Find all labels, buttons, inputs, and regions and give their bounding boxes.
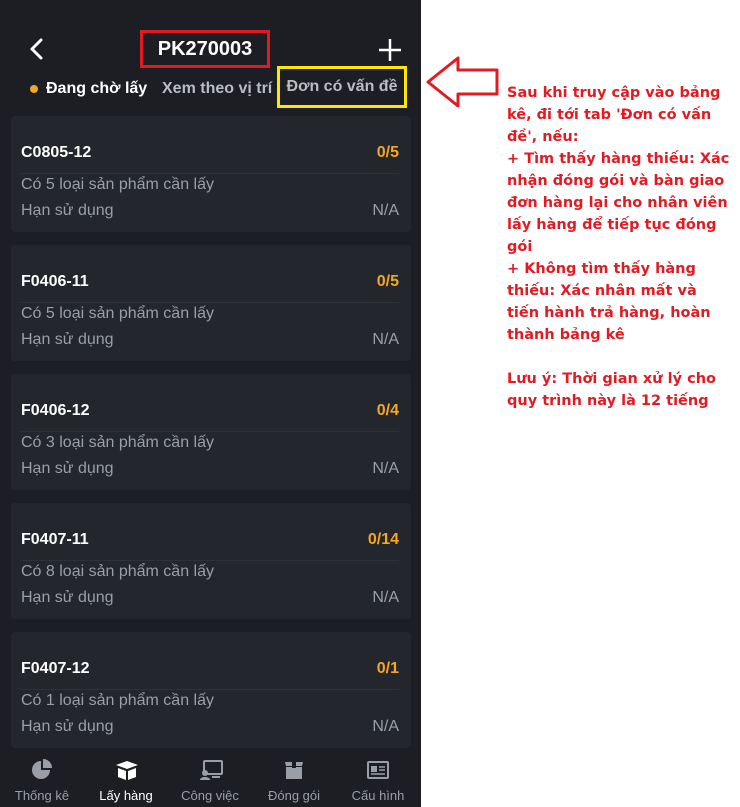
id-card-icon — [367, 761, 389, 779]
expiry-label: Hạn sử dụng — [21, 460, 114, 477]
pick-count: 0/5 — [376, 273, 399, 290]
divider — [21, 173, 399, 174]
order-code: F0406-12 — [21, 402, 90, 419]
expiry-value: N/A — [372, 718, 399, 735]
pick-count: 0/14 — [367, 531, 399, 548]
order-card[interactable]: F0406-12 0/4 Có 3 loại sản phẩm cần lấy … — [11, 374, 411, 490]
expiry-value: N/A — [372, 460, 399, 477]
order-code: F0407-11 — [21, 531, 89, 548]
order-card[interactable]: F0407-12 0/1 Có 1 loại sản phẩm cần lấy … — [11, 632, 411, 748]
order-card[interactable]: F0407-11 0/14 Có 8 loại sản phẩm cần lấy… — [11, 503, 411, 619]
nav-label: Công việc — [181, 788, 239, 803]
product-types: Có 5 loại sản phẩm cần lấy — [21, 305, 214, 322]
annotation-line: Sau khi truy cập vào bảng kê, đi tới tab… — [507, 85, 721, 145]
tab-label: Xem theo vị trí — [162, 80, 273, 97]
pie-chart-icon — [32, 759, 52, 779]
nav-label: Thống kê — [14, 788, 70, 803]
nav-packing[interactable]: Đóng gói — [252, 750, 336, 807]
expiry-label: Hạn sử dụng — [21, 331, 114, 348]
tab-problem-orders[interactable]: Đơn có vấn đề — [277, 66, 407, 108]
nav-statistics[interactable]: Thống kê — [0, 750, 84, 807]
order-list: C0805-12 0/5 Có 5 loại sản phẩm cần lấy … — [0, 116, 421, 750]
tab-label: Đang chờ lấy — [46, 80, 148, 97]
order-card[interactable]: F0406-11 0/5 Có 5 loại sản phẩm cần lấy … — [11, 245, 411, 361]
instruction-annotation: Sau khi truy cập vào bảng kê, đi tới tab… — [507, 82, 733, 412]
left-arrow-icon — [426, 56, 499, 108]
product-types: Có 5 loại sản phẩm cần lấy — [21, 176, 214, 193]
phone-screen: PK270003 Đang chờ lấy Xem theo vị trí Đơ… — [0, 0, 421, 807]
order-code: C0805-12 — [21, 144, 92, 161]
pick-count: 0/1 — [376, 660, 399, 677]
app-header: PK270003 Đang chờ lấy Xem theo vị trí Đơ… — [0, 0, 421, 110]
order-code: F0407-12 — [21, 660, 90, 677]
divider — [21, 560, 399, 561]
order-code: F0406-11 — [21, 273, 89, 290]
chevron-left-icon[interactable] — [27, 36, 55, 64]
nav-tasks[interactable]: Công việc — [168, 750, 252, 807]
tab-by-location[interactable]: Xem theo vị trí — [162, 70, 272, 108]
page-title: PK270003 — [140, 30, 270, 68]
product-types: Có 8 loại sản phẩm cần lấy — [21, 563, 214, 580]
bottom-nav: Thống kê Lấy hàng Công việc Đóng gói Cấu… — [0, 750, 421, 807]
annotation-line: Lưu ý: Thời gian xử lý cho quy trình này… — [507, 371, 717, 409]
pick-count: 0/4 — [376, 402, 399, 419]
nav-label: Cấu hình — [351, 788, 405, 803]
nav-label: Đóng gói — [267, 788, 321, 803]
annotation-line: + Không tìm thấy hàng thiếu: Xác nhân mấ… — [507, 261, 711, 343]
divider — [21, 302, 399, 303]
plus-icon[interactable] — [376, 36, 404, 68]
nav-settings[interactable]: Cấu hình — [336, 750, 420, 807]
annotation-line: + Tìm thấy hàng thiếu: Xác nhận đóng gói… — [507, 151, 730, 255]
tab-label: Đơn có vấn đề — [286, 78, 398, 95]
expiry-value: N/A — [372, 589, 399, 606]
tab-waiting[interactable]: Đang chờ lấy — [30, 70, 147, 108]
product-types: Có 3 loại sản phẩm cần lấy — [21, 434, 214, 451]
expiry-value: N/A — [372, 202, 399, 219]
pick-count: 0/5 — [376, 144, 399, 161]
nav-picking[interactable]: Lấy hàng — [84, 750, 168, 807]
order-card[interactable]: C0805-12 0/5 Có 5 loại sản phẩm cần lấy … — [11, 116, 411, 232]
expiry-label: Hạn sử dụng — [21, 202, 114, 219]
divider — [21, 689, 399, 690]
box-open-icon — [116, 761, 138, 780]
tab-bar: Đang chờ lấy Xem theo vị trí Đơn có vấn … — [0, 66, 421, 108]
status-dot-icon — [30, 85, 38, 93]
expiry-value: N/A — [372, 331, 399, 348]
task-board-icon — [200, 760, 223, 780]
nav-label: Lấy hàng — [99, 788, 153, 803]
expiry-label: Hạn sử dụng — [21, 718, 114, 735]
expiry-label: Hạn sử dụng — [21, 589, 114, 606]
product-types: Có 1 loại sản phẩm cần lấy — [21, 692, 214, 709]
package-icon — [285, 762, 303, 779]
divider — [21, 431, 399, 432]
